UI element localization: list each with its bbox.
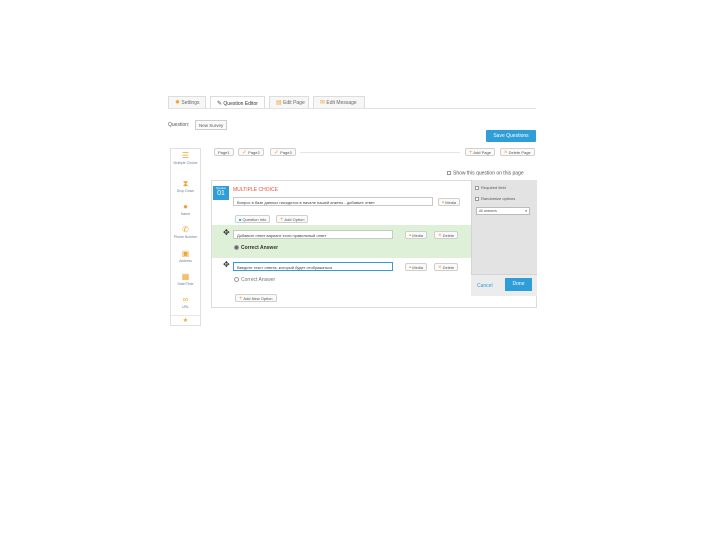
add-option-button[interactable]: + Add Option: [276, 215, 309, 223]
sidebar-item-more[interactable]: ★: [171, 318, 200, 324]
question-number-badge: Question 01: [213, 186, 229, 200]
done-button[interactable]: Done: [505, 278, 532, 291]
image-icon: ▪: [442, 200, 445, 206]
sidebar-divider: [171, 315, 200, 316]
tab-edit-page[interactable]: ▤ Edit Page: [269, 96, 309, 108]
answer-1-input[interactable]: Добавьте ответ вариант если правильный о…: [233, 230, 393, 239]
close-icon: ×: [438, 265, 442, 271]
person-icon: ●: [183, 202, 188, 211]
question-for-label: Question:: [168, 122, 190, 128]
star-icon: ★: [182, 318, 189, 324]
page-icon: ▤: [276, 100, 282, 106]
close-icon: ×: [504, 150, 508, 156]
page-nav-line: [300, 152, 460, 153]
page-nav-page3[interactable]: ✓ Page3: [270, 148, 296, 156]
plus-icon: +: [469, 150, 473, 156]
answer-2-correct-radio[interactable]: Correct Answer: [234, 277, 275, 283]
radio-unchecked: [234, 277, 239, 283]
page-nav-page1[interactable]: Page1: [214, 148, 234, 156]
answers-select[interactable]: All answers ▾: [476, 207, 530, 215]
address-icon: ▣: [181, 249, 190, 258]
plus-icon: +: [280, 217, 284, 223]
drag-handle-icon[interactable]: ✥: [223, 261, 230, 269]
show-on-page-checkbox[interactable]: Show this question on this page: [447, 171, 524, 176]
sidebar-item-multiple-choice[interactable]: ☰ Multiple Choice: [171, 151, 200, 166]
message-icon: ✉: [320, 100, 326, 106]
answer-2-input[interactable]: Введите текст ответа, который будет отоб…: [233, 262, 393, 271]
cancel-button[interactable]: Cancel: [477, 283, 493, 289]
radio-checked: [234, 245, 239, 251]
plus-icon: +: [239, 296, 243, 302]
answer-2-delete-button[interactable]: × Delete: [434, 263, 459, 271]
checkbox: [475, 186, 479, 190]
add-new-option-button[interactable]: + Add New Option: [235, 294, 277, 302]
question-for-select[interactable]: New Survey: [195, 120, 227, 130]
required-field-checkbox[interactable]: Required field: [475, 186, 506, 190]
answer-1-media-button[interactable]: ▪ Media: [405, 231, 428, 239]
calendar-icon: ▦: [181, 272, 190, 281]
save-button[interactable]: Save Questions: [486, 130, 536, 142]
sidebar-item-date-time[interactable]: ▦ Date/Time: [171, 272, 200, 287]
question-info-button[interactable]: ■ Question Info: [235, 215, 271, 223]
sidebar-item-name[interactable]: ● Name: [171, 202, 200, 217]
answer-1-correct-radio[interactable]: Correct Answer: [234, 245, 278, 251]
image-icon: ▪: [409, 265, 412, 271]
list-icon: ☰: [181, 151, 190, 160]
close-icon: ×: [438, 233, 442, 239]
link-icon: ∞: [182, 295, 189, 304]
checkbox: [447, 171, 451, 175]
page-nav-page2[interactable]: ✓ Page2: [238, 148, 264, 156]
info-icon: ■: [239, 217, 242, 222]
randomize-options-checkbox[interactable]: Randomize options: [475, 197, 515, 201]
gear-icon: ✹: [175, 100, 181, 106]
chevron-down-icon: ▾: [525, 209, 527, 213]
add-page-button[interactable]: + Add Page: [465, 148, 495, 156]
question-media-button[interactable]: ▪ Media: [438, 198, 461, 206]
pencil-icon: ✎: [217, 101, 223, 107]
sidebar-item-phone[interactable]: ✆ Phone Number: [171, 225, 200, 240]
image-icon: ▪: [409, 233, 412, 239]
dropdown-icon: ⧗: [182, 179, 189, 188]
sidebar-item-url[interactable]: ∞ URL: [171, 295, 200, 310]
sidebar-item-drop-down[interactable]: ⧗ Drop Down: [171, 179, 200, 194]
sidebar-item-address[interactable]: ▣ Address: [171, 249, 200, 264]
answer-2-media-button[interactable]: ▪ Media: [405, 263, 428, 271]
checkbox: [475, 197, 479, 201]
tab-settings[interactable]: ✹ Settings: [168, 96, 206, 108]
question-text-input[interactable]: Вопрос в базе данных находится в начале …: [233, 197, 433, 206]
tab-divider: [168, 108, 536, 109]
phone-icon: ✆: [182, 225, 189, 234]
question-type-label: MULTIPLE CHOICE: [233, 187, 278, 193]
tab-edit-message[interactable]: ✉ Edit Message: [313, 96, 365, 108]
delete-page-button[interactable]: × Delete Page: [500, 148, 535, 156]
check-icon: ✓: [242, 150, 248, 156]
drag-handle-icon[interactable]: ✥: [223, 229, 230, 237]
answer-1-delete-button[interactable]: × Delete: [434, 231, 459, 239]
check-icon: ✓: [274, 150, 280, 156]
